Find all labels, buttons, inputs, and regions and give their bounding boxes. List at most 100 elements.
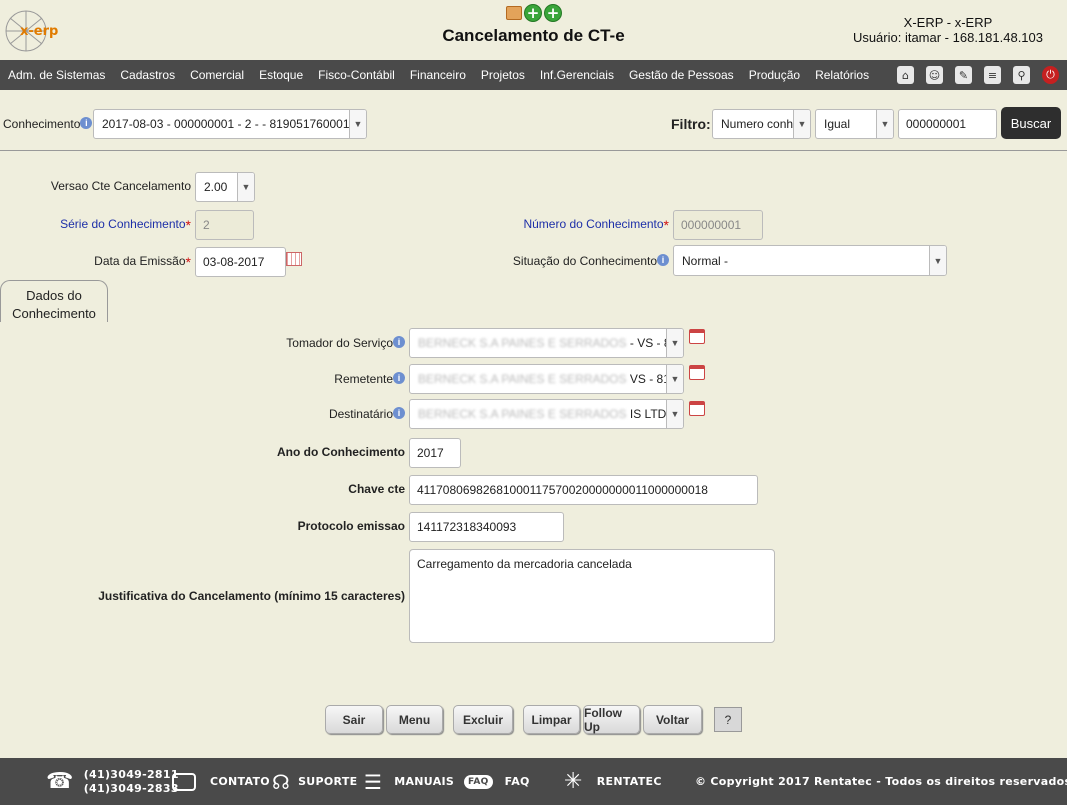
rentatec-link[interactable]: ✳ RENTATEC: [564, 758, 662, 805]
data-emissao-input[interactable]: 03-08-2017: [195, 247, 286, 277]
destinatario-label-text: Destinatário: [328, 407, 393, 421]
faq-link[interactable]: FAQ FAQ: [464, 758, 530, 805]
follow-up-button[interactable]: Follow Up: [583, 705, 640, 734]
numero-label: Número do Conhecimento*: [523, 217, 669, 233]
situacao-value: Normal -: [682, 253, 729, 268]
versao-value: 2.00: [204, 180, 228, 194]
menu-item-producao[interactable]: Produção: [749, 68, 800, 82]
sair-button[interactable]: Sair: [325, 705, 383, 734]
justificativa-label: Justificativa do Cancelamento (mínimo 15…: [98, 589, 405, 603]
add-icon[interactable]: +: [524, 4, 542, 22]
search-document-icon[interactable]: ⚲: [1013, 66, 1030, 84]
menu-item-estoque[interactable]: Estoque: [259, 68, 303, 82]
rentatec-logo-icon: ✳: [564, 769, 583, 794]
manuais-link[interactable]: ☰ MANUAIS: [364, 758, 454, 805]
contato-link[interactable]: CONTATO: [172, 758, 270, 805]
menu-item-cadastros[interactable]: Cadastros: [120, 68, 175, 82]
conhecimento-select[interactable]: 2017-08-03 - 000000001 - 2 - - 819051760…: [93, 109, 367, 139]
destinatario-select[interactable]: BERNECK S.A PAINES E SERRADOS IS LTDA - …: [409, 399, 684, 429]
filtro-label: Filtro:: [671, 116, 711, 132]
menu-button[interactable]: Menu: [386, 705, 443, 734]
main-menu-bar: Adm. de Sistemas Cadastros Comercial Est…: [0, 60, 1067, 90]
serie-input[interactable]: 2: [195, 210, 254, 240]
filter-operator-select[interactable]: Igual ▼: [815, 109, 894, 139]
menu-item-gestao-pessoas[interactable]: Gestão de Pessoas: [629, 68, 734, 82]
tomador-name-redacted: BERNECK S.A PAINES E SERRADOS: [418, 336, 627, 350]
faq-text: FAQ: [504, 775, 530, 788]
numero-input[interactable]: 000000001: [673, 210, 763, 240]
ano-input[interactable]: 2017: [409, 438, 461, 468]
voltar-button[interactable]: Voltar: [643, 705, 702, 734]
phone-icon: ☎: [46, 769, 74, 794]
chave-label: Chave cte: [348, 482, 405, 496]
tomador-tail: - VS - 819051: [629, 336, 666, 350]
faq-bubble-icon: FAQ: [464, 774, 493, 789]
tab-dados-conhecimento[interactable]: Dados do Conhecimento: [0, 280, 108, 322]
menu-item-relatorios[interactable]: Relatórios: [815, 68, 869, 82]
tomador-label: Tomador do Serviço i: [286, 336, 405, 350]
remetente-label: Remetente i: [334, 372, 405, 386]
info-icon[interactable]: i: [393, 372, 405, 384]
protocolo-input[interactable]: 141172318340093: [409, 512, 564, 542]
data-emissao-label: Data da Emissão*: [94, 254, 191, 270]
serie-label-text: Série do Conhecimento: [60, 217, 186, 231]
versao-select[interactable]: 2.00 ▼: [195, 172, 255, 202]
destinatario-name-redacted: BERNECK S.A PAINES E SERRADOS: [418, 407, 627, 421]
menu-item-inf-gerenciais[interactable]: Inf.Gerenciais: [540, 68, 614, 82]
mail-icon: [172, 772, 196, 791]
situacao-label-text: Situação do Conhecimento: [512, 254, 657, 268]
search-button[interactable]: Buscar: [1001, 107, 1061, 139]
situacao-select[interactable]: Normal - ▼: [673, 245, 947, 276]
limpar-button[interactable]: Limpar: [523, 705, 580, 734]
excluir-button[interactable]: Excluir: [453, 705, 513, 734]
filter-value-input[interactable]: 000000001: [898, 109, 997, 139]
remetente-name-redacted: BERNECK S.A PAINES E SERRADOS: [418, 372, 627, 386]
serie-label: Série do Conhecimento*: [60, 217, 191, 233]
justificativa-textarea[interactable]: Carregamento da mercadoria cancelada: [409, 549, 775, 643]
document-icon[interactable]: ≡: [984, 66, 1001, 84]
conhecimento-select-value: 2017-08-03 - 000000001 - 2 - - 819051760…: [102, 117, 349, 131]
numero-label-text: Número do Conhecimento: [523, 217, 664, 231]
chevron-down-icon: ▼: [666, 329, 683, 357]
suporte-text: SUPORTE: [298, 775, 358, 788]
document-edit-icon[interactable]: ✎: [955, 66, 972, 84]
user-badge-icon[interactable]: ☺: [926, 66, 943, 84]
power-icon[interactable]: ⏻: [1042, 66, 1059, 84]
tab-label-line1: Dados do: [26, 288, 82, 303]
copyright: © Copyright 2017 Rentatec - Todos os dir…: [695, 775, 1067, 788]
help-button[interactable]: ?: [714, 707, 742, 732]
rentatec-text: RENTATEC: [596, 775, 662, 788]
action-buttons: Sair Menu Excluir Limpar Follow Up Volta…: [325, 705, 702, 734]
report-icon[interactable]: [506, 6, 522, 20]
chave-input[interactable]: 4117080698268100011757002000000001100000…: [409, 475, 758, 505]
open-record-icon[interactable]: [689, 401, 705, 416]
suporte-link[interactable]: ☊ SUPORTE: [272, 758, 357, 805]
header-shortcuts: + +: [506, 4, 562, 22]
info-icon[interactable]: i: [80, 117, 93, 129]
info-icon[interactable]: i: [393, 407, 405, 419]
destinatario-label: Destinatário i: [329, 407, 405, 421]
add-new-icon[interactable]: +: [544, 4, 562, 22]
protocolo-label: Protocolo emissao: [297, 519, 405, 533]
phone-number-1: (41)3049-2811: [83, 767, 179, 781]
user-line: Usuário: itamar - 168.181.48.103: [852, 30, 1043, 45]
menu-item-financeiro[interactable]: Financeiro: [410, 68, 466, 82]
phone-number-2: (41)3049-2833: [83, 781, 179, 795]
menu-item-fisco-contabil[interactable]: Fisco-Contábil: [318, 68, 395, 82]
tomador-select[interactable]: BERNECK S.A PAINES E SERRADOS - VS - 819…: [409, 328, 684, 358]
calendar-icon[interactable]: [286, 252, 302, 266]
remetente-tail: VS - 819051: [629, 372, 666, 386]
info-icon[interactable]: i: [393, 336, 405, 348]
menu-item-adm-sistemas[interactable]: Adm. de Sistemas: [8, 68, 105, 82]
info-icon[interactable]: i: [657, 254, 669, 266]
open-record-icon[interactable]: [689, 365, 705, 380]
headset-icon: ☊: [272, 769, 291, 794]
filter-field-select[interactable]: Numero conh ▼: [712, 109, 811, 139]
open-record-icon[interactable]: [689, 329, 705, 344]
menu-item-comercial[interactable]: Comercial: [190, 68, 244, 82]
menu-item-projetos[interactable]: Projetos: [481, 68, 525, 82]
remetente-select[interactable]: BERNECK S.A PAINES E SERRADOS VS - 81905…: [409, 364, 684, 394]
remetente-label-text: Remetente: [334, 372, 393, 386]
home-icon[interactable]: ⌂: [897, 66, 914, 84]
chevron-down-icon: ▼: [349, 110, 366, 138]
